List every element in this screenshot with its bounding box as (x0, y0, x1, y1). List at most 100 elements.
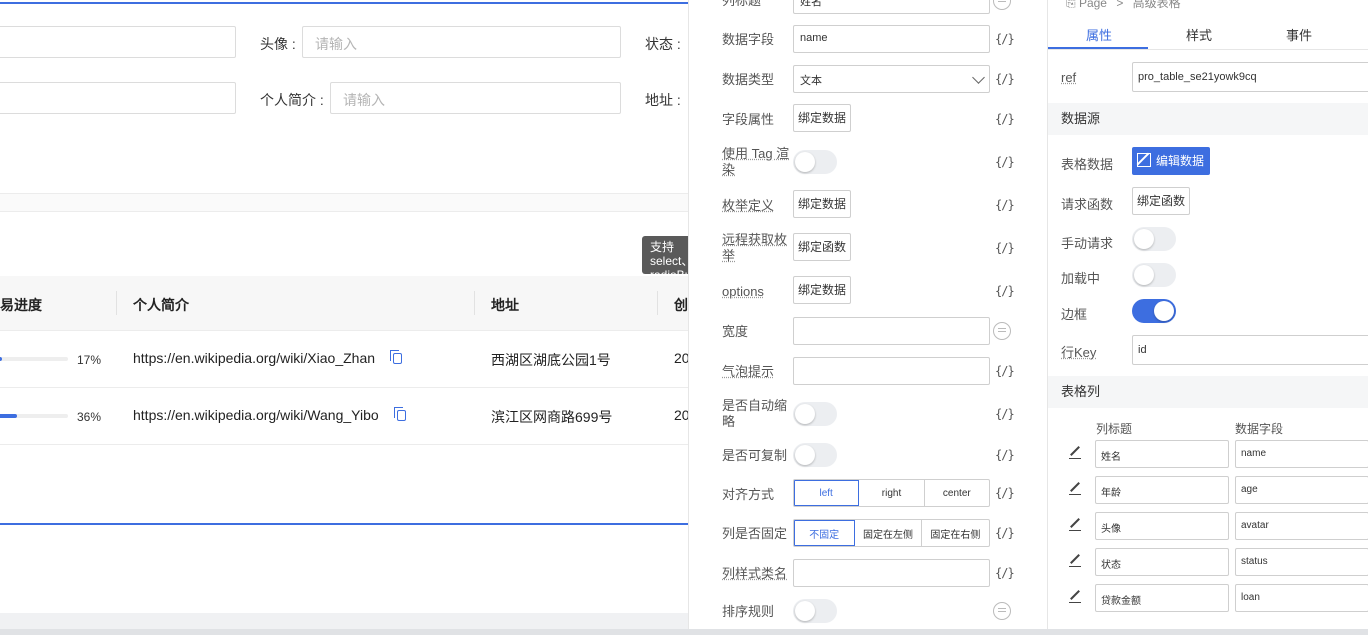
column-title-input[interactable]: 贷款金额 (1095, 584, 1229, 612)
column-field-input[interactable]: age (1235, 476, 1368, 504)
column-title-input[interactable]: 姓名 (1095, 440, 1229, 468)
align-right-option[interactable]: right (859, 480, 925, 506)
column-field-input[interactable]: loan (1235, 584, 1368, 612)
tooltip-label: 气泡提示 (722, 364, 775, 379)
bind-variable-icon[interactable] (993, 322, 1011, 340)
manual-request-label: 手动请求 (1061, 236, 1114, 251)
row-key-input[interactable]: id (1132, 335, 1368, 365)
code-brace-icon[interactable]: {/} (995, 364, 1015, 378)
bottom-scrollbar[interactable] (0, 629, 1368, 635)
edit-column-icon[interactable] (1069, 518, 1081, 531)
code-brace-icon[interactable]: {/} (995, 566, 1015, 580)
bind-variable-icon[interactable] (993, 602, 1011, 620)
column-field-input[interactable]: status (1235, 548, 1368, 576)
toggle-knob (1154, 301, 1174, 321)
data-field-input[interactable]: name (793, 25, 990, 53)
bordered-toggle[interactable] (1132, 299, 1176, 323)
edit-data-button[interactable]: 编辑数据 (1132, 147, 1210, 175)
created-cell: 20 (674, 350, 688, 366)
breadcrumb-page[interactable]: Page (1079, 0, 1107, 10)
bind-data-button[interactable]: 绑定数据 (793, 104, 852, 132)
copyable-label: 是否可复制 (722, 448, 788, 463)
page-icon: ⎘ (1066, 0, 1079, 10)
column-header-progress[interactable]: 易进度 (0, 295, 42, 315)
bind-function-button[interactable]: 绑定函数 (1132, 187, 1191, 215)
edit-column-icon[interactable] (1069, 446, 1081, 459)
toggle-knob (795, 152, 815, 172)
intro-placeholder: 请输入 (343, 92, 385, 108)
code-brace-icon[interactable]: {/} (995, 526, 1015, 540)
code-brace-icon[interactable]: {/} (995, 72, 1015, 86)
code-brace-icon[interactable]: {/} (995, 486, 1015, 500)
class-name-input[interactable] (793, 559, 990, 587)
column-config-panel: 列标题 姓名 数据字段 name {/} 数据类型 文本 {/} 字段属性 绑定… (688, 0, 1048, 629)
column-title-input[interactable]: 姓名 (793, 0, 990, 14)
table-row: 17% https://en.wikipedia.org/wiki/Xiao_Z… (0, 331, 688, 388)
name-input[interactable] (0, 26, 236, 58)
data-type-select[interactable]: 文本 (793, 65, 990, 93)
align-segmented[interactable]: left right center (793, 479, 990, 507)
code-brace-icon[interactable]: {/} (995, 448, 1015, 462)
column-header-address[interactable]: 地址 (491, 295, 519, 315)
fixed-left-option[interactable]: 固定在左侧 (855, 520, 922, 546)
code-brace-icon[interactable]: {/} (995, 284, 1015, 298)
fixed-none-option[interactable]: 不固定 (794, 520, 856, 546)
intro-input[interactable]: 请输入 (330, 82, 621, 114)
edit-column-icon[interactable] (1069, 590, 1081, 603)
column-divider (474, 291, 475, 315)
manual-request-toggle[interactable] (1132, 227, 1176, 251)
tab-events[interactable]: 事件 (1286, 25, 1312, 44)
progress-percent: 17% (77, 353, 102, 367)
tooltip-input[interactable] (793, 357, 990, 385)
code-brace-icon[interactable]: {/} (995, 155, 1015, 169)
column-title-input[interactable]: 年龄 (1095, 476, 1229, 504)
breadcrumb: ⎘ Page > 高级表格 (1066, 0, 1181, 11)
created-cell: 20 (674, 407, 688, 423)
ref-label: ref (1061, 70, 1077, 85)
avatar-placeholder: 请输入 (315, 36, 357, 52)
bind-data-button[interactable]: 绑定数据 (793, 190, 852, 218)
column-header-created[interactable]: 创 (674, 295, 688, 315)
selection-top-border (0, 2, 688, 4)
column-header-intro[interactable]: 个人简介 (133, 295, 189, 315)
code-brace-icon[interactable]: {/} (995, 407, 1015, 421)
columns-title-header: 列标题 (1096, 422, 1133, 436)
align-left-option[interactable]: left (794, 480, 860, 506)
field-props-label: 字段属性 (722, 112, 775, 127)
code-brace-icon[interactable]: {/} (995, 32, 1015, 46)
use-tag-toggle[interactable] (793, 150, 837, 174)
age-input[interactable] (0, 82, 236, 114)
ref-input[interactable]: pro_table_se21yowk9cq (1132, 62, 1368, 92)
bordered-label: 边框 (1061, 307, 1088, 322)
fixed-segmented[interactable]: 不固定 固定在左侧 固定在右侧 (793, 519, 990, 547)
columns-section-header[interactable]: 表格列 (1048, 376, 1368, 408)
tab-properties[interactable]: 属性 (1086, 25, 1112, 44)
bind-function-button[interactable]: 绑定函数 (793, 233, 852, 261)
bind-data-button[interactable]: 绑定数据 (793, 276, 852, 304)
toggle-knob (1134, 265, 1154, 285)
avatar-input[interactable]: 请输入 (302, 26, 621, 58)
bind-variable-icon[interactable] (993, 0, 1011, 10)
copy-icon[interactable] (390, 350, 402, 364)
code-brace-icon[interactable]: {/} (995, 198, 1015, 212)
loading-toggle[interactable] (1132, 263, 1176, 287)
datasource-section-header[interactable]: 数据源 (1048, 103, 1368, 135)
column-field-input[interactable]: avatar (1235, 512, 1368, 540)
edit-column-icon[interactable] (1069, 482, 1081, 495)
align-center-option[interactable]: center (925, 480, 989, 506)
address-label: 地址 : (645, 92, 681, 108)
column-field-input[interactable]: name (1235, 440, 1368, 468)
code-brace-icon[interactable]: {/} (995, 241, 1015, 255)
tab-styles[interactable]: 样式 (1186, 25, 1212, 44)
copy-icon[interactable] (394, 407, 406, 421)
code-brace-icon[interactable]: {/} (995, 112, 1015, 126)
column-title-input[interactable]: 头像 (1095, 512, 1229, 540)
ellipsis-toggle[interactable] (793, 402, 837, 426)
edit-column-icon[interactable] (1069, 554, 1081, 567)
width-input[interactable] (793, 317, 990, 345)
fixed-right-option[interactable]: 固定在右侧 (922, 520, 989, 546)
sort-rule-label: 排序规则 (722, 604, 775, 619)
sort-rule-toggle[interactable] (793, 599, 837, 623)
copyable-toggle[interactable] (793, 443, 837, 467)
column-title-input[interactable]: 状态 (1095, 548, 1229, 576)
